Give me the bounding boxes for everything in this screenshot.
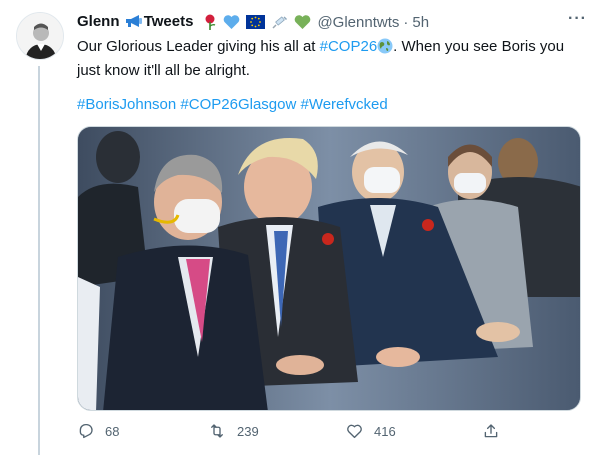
tweet-text: Our Glorious Leader giving his all at #C… xyxy=(77,36,587,81)
green-heart-icon xyxy=(294,14,311,30)
tweet-actions: 68 239 416 xyxy=(77,422,507,448)
hashtag-line: #BorisJohnson #COP26Glasgow #Werefvcked xyxy=(77,94,388,115)
hashtag-link[interactable]: #Werefvcked xyxy=(300,96,387,113)
reply-icon xyxy=(77,422,95,440)
separator-dot: · xyxy=(403,13,409,31)
reply-button[interactable]: 68 xyxy=(77,422,119,440)
share-icon xyxy=(482,422,500,440)
display-name-suffix[interactable]: Tweets xyxy=(144,13,194,30)
retweet-button[interactable]: 239 xyxy=(207,422,259,440)
tweet-header: Glenn Tweets @Glenntwts · 5h ··· xyxy=(77,10,587,32)
photo-illustration xyxy=(78,127,580,410)
user-handle[interactable]: @Glenntwts xyxy=(317,14,399,31)
timestamp[interactable]: 5h xyxy=(412,14,429,31)
retweet-count: 239 xyxy=(237,423,259,439)
avatar-portrait xyxy=(17,13,63,59)
syringe-icon xyxy=(271,15,288,30)
blue-heart-icon xyxy=(223,14,240,30)
reply-count: 68 xyxy=(105,423,120,439)
globe-icon xyxy=(377,38,393,60)
tweet-text-start: Our Glorious Leader giving his all at xyxy=(77,38,320,55)
display-name[interactable]: Glenn Tweets xyxy=(77,13,193,32)
more-options-button[interactable]: ··· xyxy=(568,10,587,28)
like-button[interactable]: 416 xyxy=(345,422,396,440)
retweet-icon xyxy=(207,422,227,440)
display-name-first[interactable]: Glenn xyxy=(77,13,120,30)
avatar[interactable] xyxy=(16,12,64,60)
share-button[interactable] xyxy=(482,422,500,440)
tweet-photo[interactable] xyxy=(77,126,581,411)
like-count: 416 xyxy=(374,423,396,439)
hashtag-link[interactable]: #BorisJohnson xyxy=(77,96,176,113)
rose-icon xyxy=(203,14,217,30)
megaphone-icon xyxy=(125,14,143,32)
thread-line xyxy=(38,66,40,455)
eu-flag-icon xyxy=(246,15,266,29)
hashtag-link[interactable]: #COP26Glasgow xyxy=(180,96,296,113)
heart-icon xyxy=(345,422,364,440)
hashtag-cop26[interactable]: #COP26 xyxy=(320,38,378,55)
